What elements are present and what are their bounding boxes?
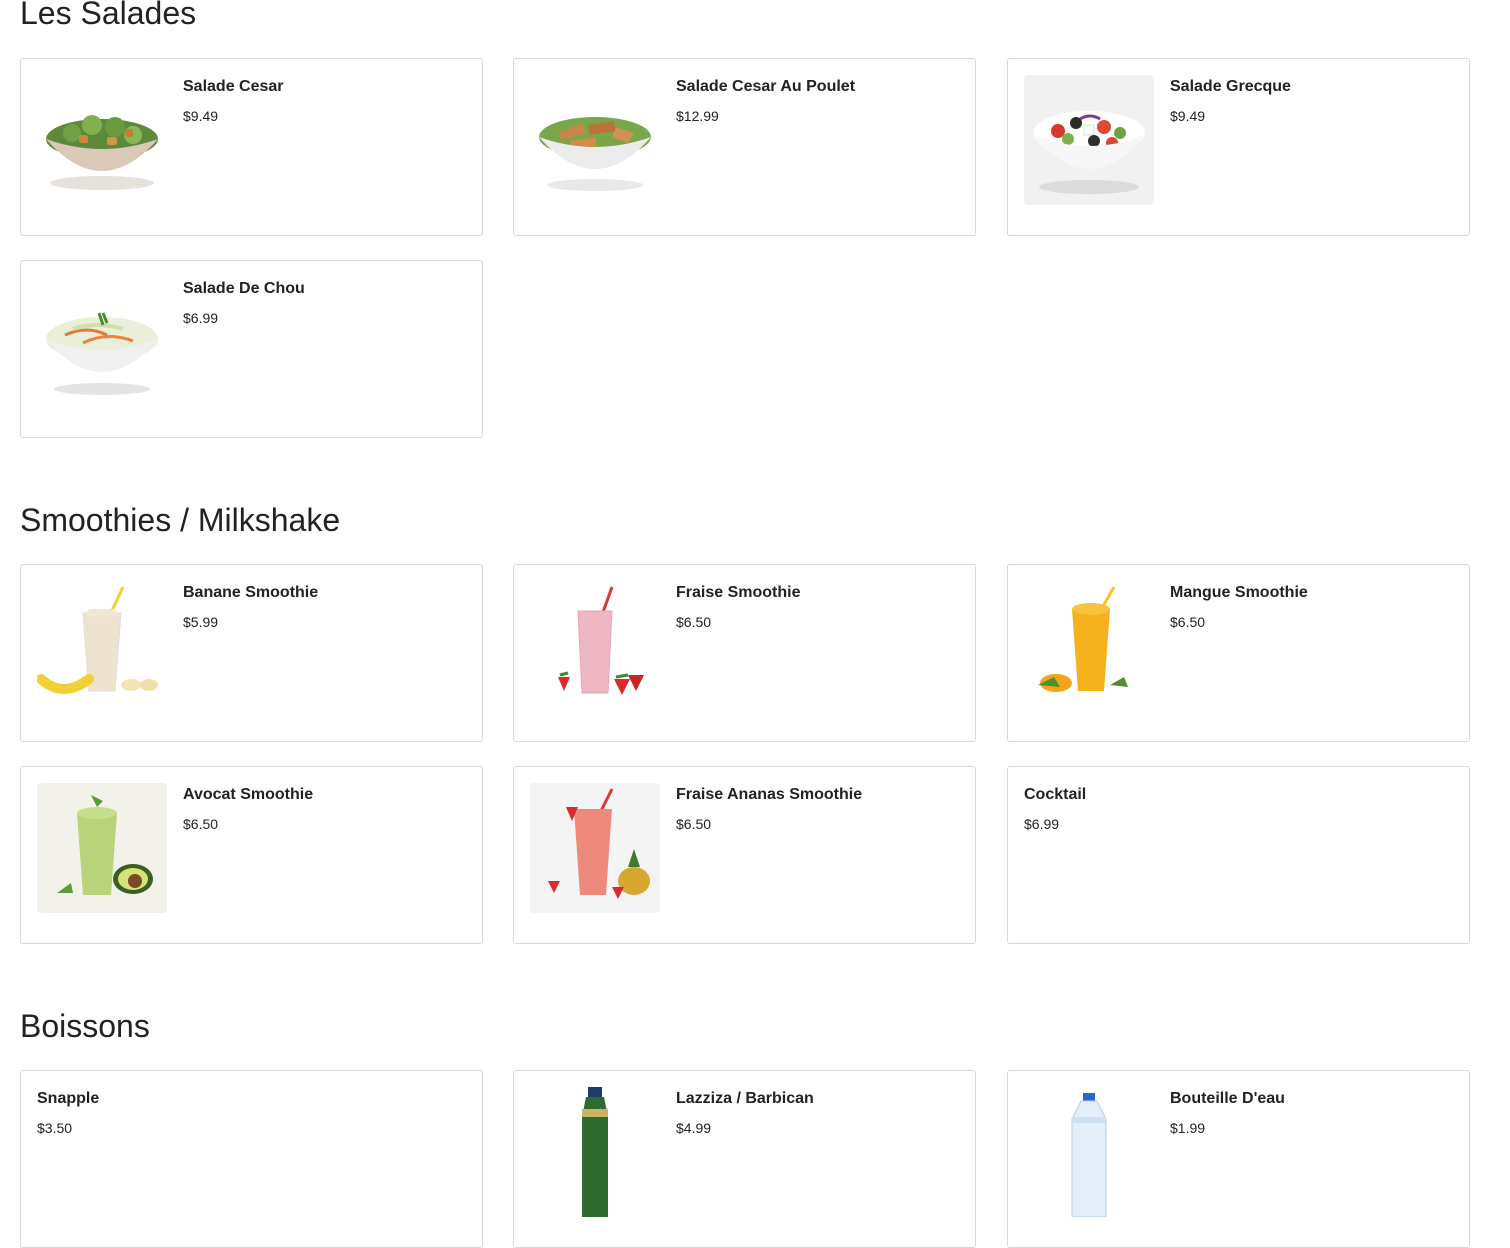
item-name: Fraise Ananas Smoothie [676, 786, 863, 803]
item-price: $5.99 [183, 614, 219, 630]
menu-item-card[interactable]: Avocat Smoothie $6.50 [20, 766, 483, 944]
item-price: $6.99 [1024, 816, 1060, 832]
menu-item-card[interactable]: Salade Cesar $9.49 [20, 58, 483, 236]
water-bottle-image [1024, 1087, 1154, 1217]
menu-item-card[interactable]: Salade De Chou $6.99 [20, 260, 483, 438]
item-name: Salade Cesar [183, 78, 284, 95]
strawberry-pineapple-smoothie-image [530, 783, 660, 913]
item-price: $6.99 [183, 310, 219, 326]
menu-item-card[interactable]: Salade Grecque $9.49 [1007, 58, 1470, 236]
section-title-smoothies: Smoothies / Milkshake [20, 502, 341, 538]
mango-smoothie-image [1024, 581, 1154, 711]
coleslaw-image [37, 277, 167, 407]
item-name: Bouteille D'eau [1170, 1090, 1285, 1107]
item-price: $6.50 [676, 614, 712, 630]
item-name: Banane Smoothie [183, 584, 319, 601]
menu-item-card[interactable]: Snapple $3.50 [20, 1070, 483, 1248]
item-name: Mangue Smoothie [1170, 584, 1308, 601]
item-price: $12.99 [676, 108, 719, 124]
menu-item-card[interactable]: Fraise Ananas Smoothie $6.50 [513, 766, 976, 944]
item-name: Cocktail [1024, 786, 1087, 803]
item-name: Snapple [37, 1090, 100, 1107]
caesar-salad-image [37, 75, 167, 205]
menu-item-card[interactable]: Salade Cesar Au Poulet $12.99 [513, 58, 976, 236]
menu-item-card[interactable]: Banane Smoothie $5.99 [20, 564, 483, 742]
item-price: $1.99 [1170, 1120, 1206, 1136]
chicken-caesar-salad-image [530, 75, 660, 205]
section-title-boissons: Boissons [20, 1008, 150, 1044]
item-price: $3.50 [37, 1120, 73, 1136]
item-price: $6.50 [183, 816, 219, 832]
item-price: $9.49 [183, 108, 219, 124]
greek-salad-image [1024, 75, 1154, 205]
item-name: Fraise Smoothie [676, 584, 801, 601]
item-price: $9.49 [1170, 108, 1206, 124]
item-price: $6.50 [1170, 614, 1206, 630]
item-price: $4.99 [676, 1120, 712, 1136]
menu-page: Les Salades Salade Cesar $9.49 Salade Ce… [0, 0, 1510, 1248]
menu-item-card[interactable]: Lazziza / Barbican $4.99 [513, 1070, 976, 1248]
item-name: Lazziza / Barbican [676, 1090, 814, 1107]
item-name: Salade De Chou [183, 280, 305, 297]
menu-item-card[interactable]: Fraise Smoothie $6.50 [513, 564, 976, 742]
section-title-salades: Les Salades [20, 0, 197, 31]
menu-item-card[interactable]: Bouteille D'eau $1.99 [1007, 1070, 1470, 1248]
item-name: Salade Grecque [1170, 78, 1291, 95]
item-price: $6.50 [676, 816, 712, 832]
menu-item-card[interactable]: Mangue Smoothie $6.50 [1007, 564, 1470, 742]
item-name: Salade Cesar Au Poulet [676, 78, 856, 95]
green-bottle-image [530, 1087, 660, 1217]
banana-smoothie-image [37, 581, 167, 711]
menu-item-card[interactable]: Cocktail $6.99 [1007, 766, 1470, 944]
avocado-smoothie-image [37, 783, 167, 913]
strawberry-smoothie-image [530, 581, 660, 711]
item-name: Avocat Smoothie [183, 786, 314, 803]
